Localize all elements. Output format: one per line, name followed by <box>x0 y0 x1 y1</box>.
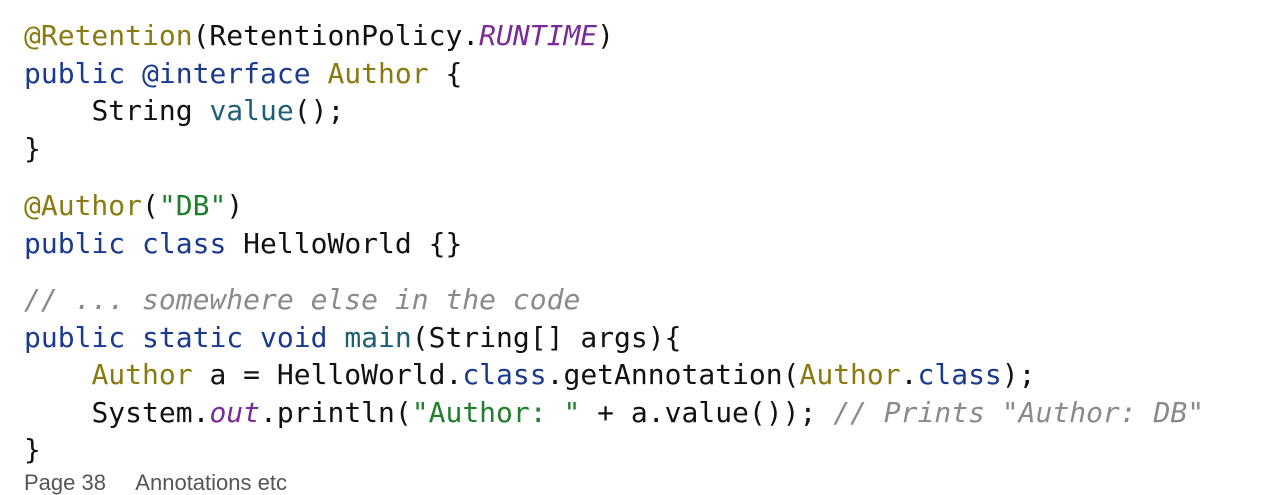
code-line-6: public class HelloWorld {} <box>24 225 1279 263</box>
code-line-5: @Author("DB") <box>24 187 1279 225</box>
close-brace: } <box>24 433 41 466</box>
author-type-name: Author <box>327 56 429 90</box>
annotation-close-paren: ) <box>226 189 244 222</box>
string-type: String <box>91 94 193 127</box>
main-method: main <box>344 320 412 354</box>
dot: . <box>900 358 918 391</box>
blank-gap-2 <box>24 262 1279 281</box>
author-type-arg: Author <box>799 358 901 391</box>
runtime-constant: RUNTIME <box>479 19 598 52</box>
public-keyword: public <box>24 56 126 90</box>
system-class: System. <box>91 395 210 429</box>
retention-args-close: ) <box>597 19 615 52</box>
println-call: .println( <box>260 395 412 429</box>
assignment: a = HelloWorld. <box>192 358 463 391</box>
method-tail: (); <box>293 94 345 127</box>
code-block: @Retention(RetentionPolicy.RUNTIME) publ… <box>24 17 1279 469</box>
author-string: "Author: " <box>411 395 581 429</box>
code-line-8: public static void main(String[] args){ <box>24 319 1279 357</box>
public-keyword: public <box>24 226 126 260</box>
concat-value: + a.value()); <box>580 395 834 429</box>
retention-annotation: @Retention <box>24 19 193 52</box>
code-line-11: } <box>24 431 1279 469</box>
close-brace: } <box>24 131 41 165</box>
comment-somewhere-else: // ... somewhere else in the code <box>24 283 581 316</box>
author-type: Author <box>91 358 193 391</box>
page-footer-fragment: Page 38 Annotations etc <box>24 470 287 495</box>
value-method: value <box>209 94 294 127</box>
main-signature: (String[] args){ <box>411 320 682 354</box>
open-brace: { <box>445 56 463 90</box>
code-line-7: // ... somewhere else in the code <box>24 281 1279 319</box>
db-string: "DB" <box>158 189 227 222</box>
code-line-2: public @interface Author { <box>24 55 1279 93</box>
helloworld-class-decl: HelloWorld {} <box>243 226 463 260</box>
get-annotation-call: .getAnnotation( <box>546 358 800 391</box>
public-keyword: public <box>24 320 126 354</box>
code-line-10: System.out.println("Author: " + a.value(… <box>24 394 1279 432</box>
author-annotation: @Author <box>24 189 143 222</box>
code-line-4: } <box>24 130 1279 168</box>
class-keyword: class <box>142 226 227 260</box>
retention-args-open: (RetentionPolicy. <box>192 19 480 52</box>
out-field: out <box>209 395 261 429</box>
void-keyword: void <box>260 320 328 354</box>
interface-keyword: @interface <box>142 56 311 90</box>
code-line-1: @Retention(RetentionPolicy.RUNTIME) <box>24 17 1279 55</box>
code-line-9: Author a = HelloWorld.class.getAnnotatio… <box>24 356 1279 394</box>
code-line-3: String value(); <box>24 92 1279 130</box>
static-keyword: static <box>142 320 244 354</box>
annotation-open-paren: ( <box>142 189 159 222</box>
blank-gap-1 <box>24 167 1279 187</box>
call-tail: ); <box>1001 358 1036 391</box>
class-keyword: class <box>462 358 547 391</box>
comment-prints: // Prints "Author: DB" <box>833 395 1205 429</box>
class-keyword-arg: class <box>917 358 1002 391</box>
